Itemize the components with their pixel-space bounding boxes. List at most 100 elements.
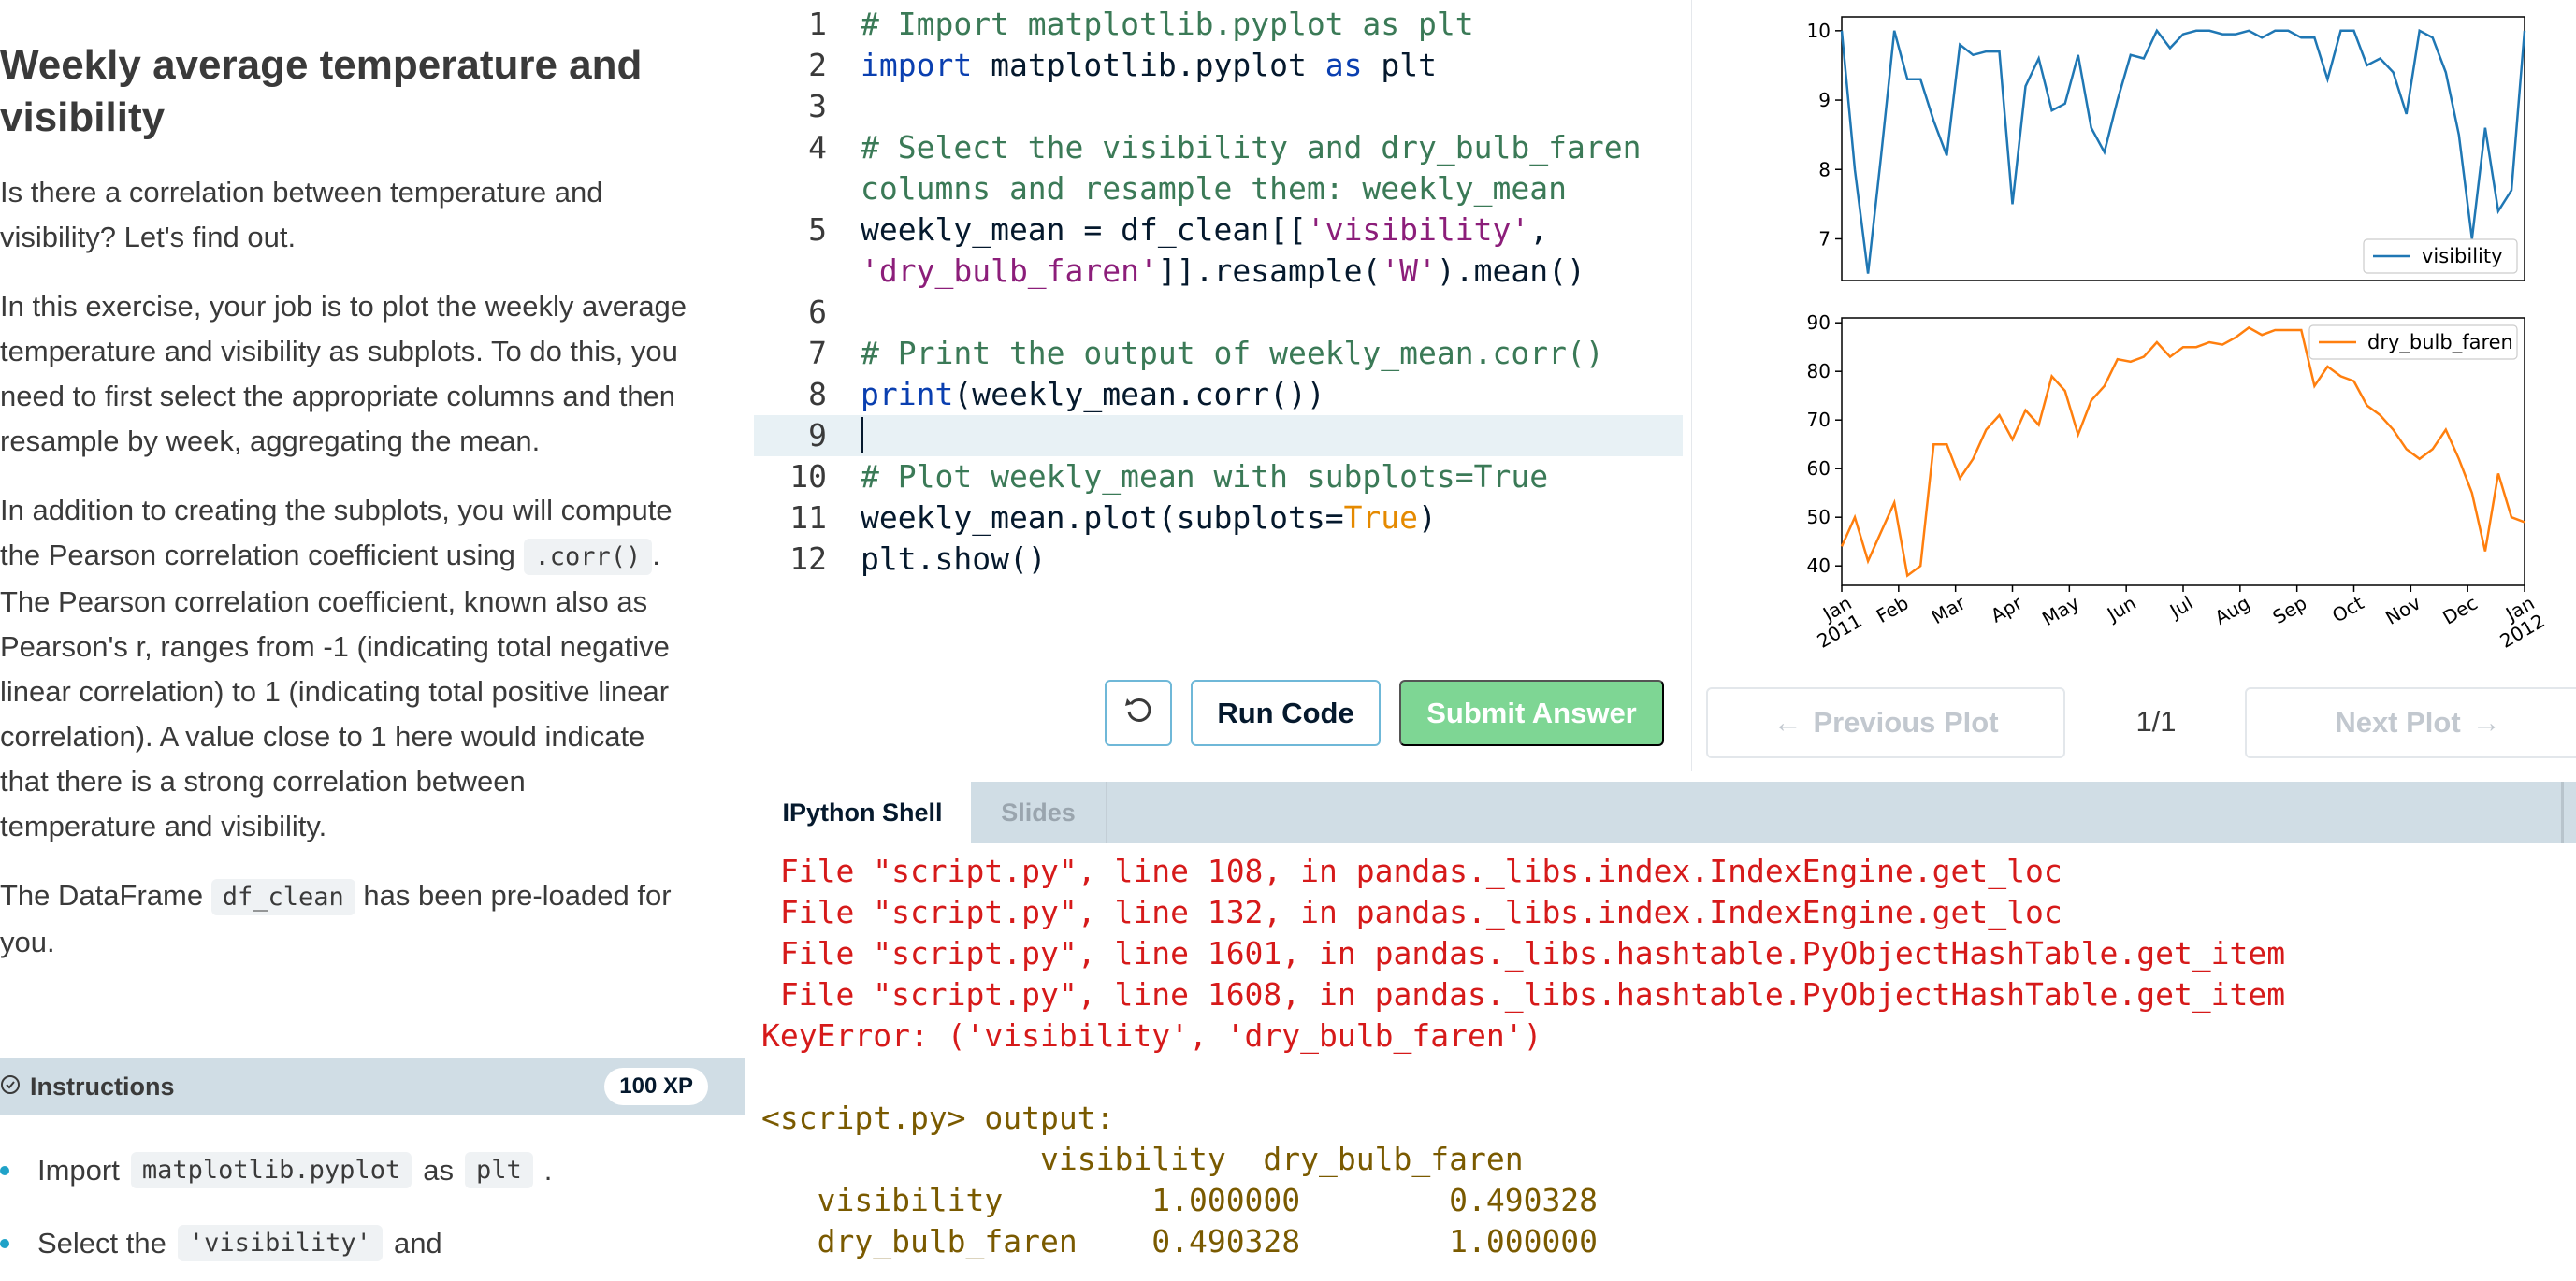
code-line[interactable]: 7 # Print the output of weekly_mean.corr(… bbox=[754, 333, 1683, 374]
code-line[interactable]: 3 bbox=[754, 86, 1683, 127]
code-text: # Plot weekly_mean with subplots=True bbox=[861, 458, 1549, 495]
run-code-button[interactable]: Run Code bbox=[1191, 680, 1381, 746]
x-tick-label: Mar bbox=[1928, 591, 1970, 628]
code-line[interactable]: 2 import matplotlib.pyplot as plt bbox=[754, 45, 1683, 86]
shell-output-line: File "script.py", line 1601, in pandas._… bbox=[761, 935, 2286, 972]
code-line[interactable]: 1 # Import matplotlib.pyplot as plt bbox=[754, 4, 1683, 45]
line-number: 11 bbox=[789, 499, 827, 536]
text: The Pearson correlation coefficient, kno… bbox=[0, 585, 648, 618]
tab-slides[interactable]: Slides bbox=[971, 782, 1107, 843]
bullet-icon bbox=[0, 1165, 9, 1175]
code-text: # Select the visibility and dry_bulb_far… bbox=[861, 129, 1642, 166]
task-paragraph: In this exercise, your job is to plot th… bbox=[0, 284, 711, 464]
x-tick-label: Apr bbox=[1987, 591, 2027, 626]
shell-output-line: File "script.py", line 108, in pandas._l… bbox=[761, 853, 2062, 889]
text: the Pearson correlation coefficient usin… bbox=[0, 539, 515, 571]
code-line[interactable]: 9 bbox=[754, 415, 1683, 456]
y-tick-label: 10 bbox=[1807, 20, 1831, 42]
line-number: 6 bbox=[808, 294, 827, 330]
line-number: 3 bbox=[808, 88, 827, 124]
code-text: plt.show() bbox=[861, 540, 1047, 577]
text: as bbox=[423, 1153, 454, 1187]
instructions-pane: Weekly average temperature and visibilit… bbox=[0, 0, 745, 1281]
instructions-header[interactable]: Instructions 100 XP bbox=[0, 1058, 745, 1115]
inline-code-corr: .corr() bbox=[523, 539, 653, 575]
text: correlation). A value close to 1 here wo… bbox=[0, 720, 645, 753]
inline-code-df-clean: df_clean bbox=[210, 879, 355, 915]
x-tick-label: Feb bbox=[1873, 592, 1913, 627]
line-number: 8 bbox=[808, 376, 827, 412]
text: linear correlation) to 1 (indicating tot… bbox=[0, 675, 670, 708]
text: temperature and visibility as subplots. … bbox=[0, 335, 678, 367]
plot-pane: 7 8 9 10 visibility 40 50 60 70 80 90 dry_bulb_fare… bbox=[1691, 0, 2576, 771]
code-line[interactable]: 8 print(weekly_mean.corr()) bbox=[754, 374, 1683, 415]
line-number: 10 bbox=[789, 458, 827, 495]
x-tick-label: Jan2011 bbox=[1803, 592, 1866, 653]
next-plot-button[interactable]: Next Plot → bbox=[2245, 687, 2576, 758]
instruction-item-1: Import matplotlib.pyplot as plt . bbox=[0, 1152, 552, 1188]
code-line[interactable]: 11 weekly_mean.plot(subplots=True) bbox=[754, 497, 1683, 539]
inline-code: matplotlib.pyplot bbox=[130, 1152, 412, 1188]
shell-output-line: dry_bulb_faren 0.490328 1.000000 bbox=[761, 1223, 1599, 1259]
text: temperature and visibility. bbox=[0, 810, 327, 842]
corr-paragraph: In addition to creating the subplots, yo… bbox=[0, 488, 711, 849]
previous-plot-button[interactable]: ← Previous Plot bbox=[1706, 687, 2065, 758]
y-tick-label: 7 bbox=[1818, 227, 1831, 250]
code-line[interactable]: 4 # Select the visibility and dry_bulb_fa… bbox=[754, 127, 1683, 168]
line-number: 5 bbox=[808, 211, 827, 248]
x-tick-label: Jun bbox=[2102, 592, 2140, 626]
code-text: weekly_mean.plot(subplots=True) bbox=[861, 499, 1437, 536]
code-text: columns and resample them: weekly_mean bbox=[861, 170, 1567, 207]
legend-label: dry_bulb_faren bbox=[2367, 331, 2513, 354]
title-line-2: visibility bbox=[0, 94, 166, 140]
exercise-title: Weekly average temperature and visibilit… bbox=[0, 39, 711, 144]
code-line[interactable]: 6 bbox=[754, 292, 1683, 333]
instruction-item-2: Select the 'visibility' and bbox=[0, 1225, 442, 1261]
line-number: 1 bbox=[808, 6, 827, 42]
code-line[interactable]: 'dry_bulb_faren']].resample('W').mean() bbox=[754, 251, 1683, 292]
ipython-shell-output[interactable]: File "script.py", line 108, in pandas._l… bbox=[754, 843, 2576, 1281]
y-tick-label: 90 bbox=[1807, 311, 1831, 334]
y-tick-label: 80 bbox=[1807, 360, 1831, 382]
line-number: 7 bbox=[808, 335, 827, 371]
series-line-visibility bbox=[1840, 28, 2526, 274]
intro-paragraph: Is there a correlation between temperatu… bbox=[0, 170, 711, 260]
code-line[interactable]: 10 # Plot weekly_mean with subplots=True bbox=[754, 456, 1683, 497]
shell-output-line: visibility 1.000000 0.490328 bbox=[761, 1182, 1599, 1218]
code-line[interactable]: 12 plt.show() bbox=[754, 539, 1683, 580]
x-tick-label: Oct bbox=[2328, 591, 2367, 626]
xp-badge: 100 XP bbox=[604, 1068, 708, 1105]
plot-figure: 7 8 9 10 visibility 40 50 60 70 80 90 dry_bulb_fare… bbox=[1803, 16, 2549, 653]
shell-output-line: KeyError: ('visibility', 'dry_bulb_faren… bbox=[761, 1017, 1542, 1054]
tab-ipython-shell[interactable]: IPython Shell bbox=[754, 782, 971, 843]
x-tick-label: Nov bbox=[2381, 591, 2424, 628]
reset-button[interactable] bbox=[1105, 680, 1172, 746]
y-tick-label: 70 bbox=[1807, 409, 1831, 431]
scrollbar[interactable] bbox=[2561, 782, 2564, 843]
x-tick-label: May bbox=[2038, 591, 2083, 630]
line-number: 9 bbox=[808, 417, 827, 453]
previous-plot-label: Previous Plot bbox=[1813, 706, 1999, 739]
x-tick-label: Aug bbox=[2211, 592, 2254, 629]
line-number: 4 bbox=[808, 129, 827, 166]
code-editor[interactable]: 1 # Import matplotlib.pyplot as plt 2 impor… bbox=[754, 0, 1683, 771]
arrow-right-icon: → bbox=[2471, 706, 2501, 739]
text: The DataFrame bbox=[0, 879, 204, 912]
text: In this exercise, your job is to plot th… bbox=[0, 290, 687, 323]
submit-answer-button[interactable]: Submit Answer bbox=[1399, 680, 1664, 746]
code-text: import matplotlib.pyplot as plt bbox=[861, 47, 1437, 83]
bullet-icon bbox=[0, 1238, 9, 1248]
code-line[interactable]: columns and resample them: weekly_mean bbox=[754, 168, 1683, 209]
code-line[interactable]: 5 weekly_mean = df_clean[['visibility', bbox=[754, 209, 1683, 251]
text: Select the bbox=[37, 1226, 166, 1259]
text: . bbox=[652, 539, 660, 571]
inline-code: 'visibility' bbox=[177, 1225, 383, 1261]
shell-output-line: visibility dry_bulb_faren bbox=[761, 1141, 1524, 1177]
code-text: # Print the output of weekly_mean.corr() bbox=[861, 335, 1604, 371]
arrow-left-icon: ← bbox=[1773, 706, 1802, 739]
text: and bbox=[393, 1226, 442, 1259]
code-text: # Import matplotlib.pyplot as plt bbox=[861, 6, 1474, 42]
series-line-dry_bulb_faren bbox=[1840, 325, 2525, 578]
text: In addition to creating the subplots, yo… bbox=[0, 494, 673, 526]
instructions-label: Instructions bbox=[30, 1072, 175, 1101]
